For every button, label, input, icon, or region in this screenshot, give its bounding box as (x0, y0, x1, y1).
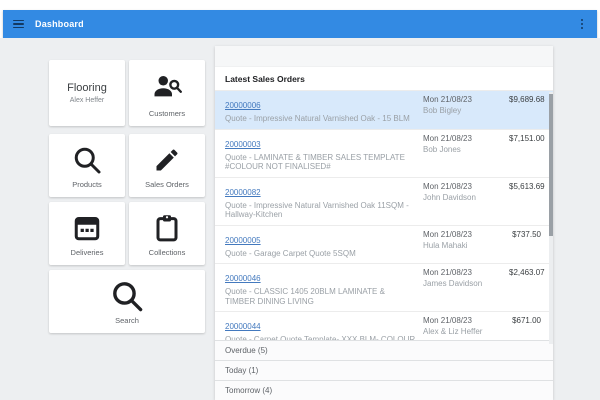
order-amount: $5,613.69 (509, 182, 549, 192)
sales-order-row[interactable]: 20000046 Quote - CLASSIC 1405 20BLM LAMI… (215, 264, 553, 312)
sales-orders-panel: Latest Sales Orders 20000006 Quote - Imp… (215, 46, 553, 400)
order-customer: Bob Jones (423, 145, 509, 155)
tile-sales-orders[interactable]: Sales Orders (129, 134, 205, 197)
order-group-header[interactable]: Today (1) (215, 360, 553, 380)
order-number-link[interactable]: 20000046 (225, 274, 261, 284)
order-customer: Bob Bigley (423, 106, 509, 116)
clipboard-icon (152, 213, 182, 243)
order-date: Mon 21/08/23 (423, 95, 509, 105)
sales-order-row[interactable]: 20000082 Quote - Impressive Natural Varn… (215, 178, 553, 226)
order-customer: Alex & Liz Heffer (423, 327, 509, 337)
overflow-menu-icon[interactable] (581, 18, 583, 31)
order-customer: Hula Mahaki (423, 241, 509, 251)
company-name: Flooring (67, 82, 107, 94)
scrollbar-thumb[interactable] (549, 94, 553, 236)
tile-account[interactable]: Flooring Alex Heffer (49, 60, 125, 126)
pencil-icon (153, 146, 181, 174)
order-amount: $2,463.07 (509, 268, 549, 278)
panel-title: Latest Sales Orders (215, 67, 553, 91)
order-number-link[interactable]: 20000006 (225, 101, 261, 111)
user-name: Alex Heffer (70, 97, 105, 104)
tile-collections[interactable]: Collections (129, 202, 205, 265)
tile-label: Search (115, 316, 139, 325)
tile-deliveries[interactable]: Deliveries (49, 202, 125, 265)
order-group-header[interactable]: Overdue (5) (215, 340, 553, 360)
order-amount: $9,689.68 (509, 95, 549, 105)
tile-customers[interactable]: Customers (129, 60, 205, 126)
sales-order-row[interactable]: 20000006 Quote - Impressive Natural Varn… (215, 91, 553, 130)
tile-label: Deliveries (71, 248, 104, 257)
order-description: Quote - CLASSIC 1405 20BLM LAMINATE & TI… (225, 287, 417, 306)
sales-order-row[interactable]: 20000005 Quote - Garage Carpet Quote 5SQ… (215, 226, 553, 265)
app-bar: Dashboard (3, 10, 597, 38)
panel-top-spacer (215, 46, 553, 67)
menu-icon[interactable] (13, 18, 24, 30)
tile-products[interactable]: Products (49, 134, 125, 197)
page-title: Dashboard (35, 19, 84, 29)
order-number-link[interactable]: 20000005 (225, 236, 261, 246)
order-groups: Overdue (5)Today (1)Tomorrow (4) (215, 340, 553, 400)
order-description: Quote - LAMINATE & TIMBER SALES TEMPLATE… (225, 153, 417, 172)
order-description: Quote - Garage Carpet Quote 5SQM (225, 249, 417, 259)
order-description: Quote - Impressive Natural Varnished Oak… (225, 114, 417, 124)
order-date: Mon 21/08/23 (423, 182, 509, 192)
order-number-link[interactable]: 20000003 (225, 140, 261, 150)
order-date: Mon 21/08/23 (423, 230, 509, 240)
order-group-header[interactable]: Tomorrow (4) (215, 380, 553, 400)
sales-order-row[interactable]: 20000003 Quote - LAMINATE & TIMBER SALES… (215, 130, 553, 178)
order-date: Mon 21/08/23 (423, 316, 509, 326)
tile-label: Customers (149, 109, 185, 118)
order-amount: $671.00 (509, 316, 545, 326)
search-icon (72, 145, 102, 175)
order-customer: John Davidson (423, 193, 509, 203)
order-customer: James Davidson (423, 279, 509, 289)
tile-label: Sales Orders (145, 180, 189, 189)
order-description: Quote - Impressive Natural Varnished Oak… (225, 201, 417, 220)
person-search-icon (152, 72, 182, 102)
calendar-icon (72, 213, 102, 243)
tile-label: Products (72, 180, 102, 189)
search-icon (110, 279, 144, 313)
order-number-link[interactable]: 20000044 (225, 322, 261, 332)
tile-label: Collections (149, 248, 186, 257)
content-area: Flooring Alex Heffer Customers Products (0, 38, 600, 400)
order-date: Mon 21/08/23 (423, 134, 509, 144)
orders-list: 20000006 Quote - Impressive Natural Varn… (215, 91, 553, 340)
order-amount: $7,151.00 (509, 134, 549, 144)
sales-order-row[interactable]: 20000044 Quote - Carpet Quote Template- … (215, 312, 553, 340)
order-amount: $737.50 (509, 230, 545, 240)
order-number-link[interactable]: 20000082 (225, 188, 261, 198)
order-date: Mon 21/08/23 (423, 268, 509, 278)
tile-search[interactable]: Search (49, 270, 205, 333)
